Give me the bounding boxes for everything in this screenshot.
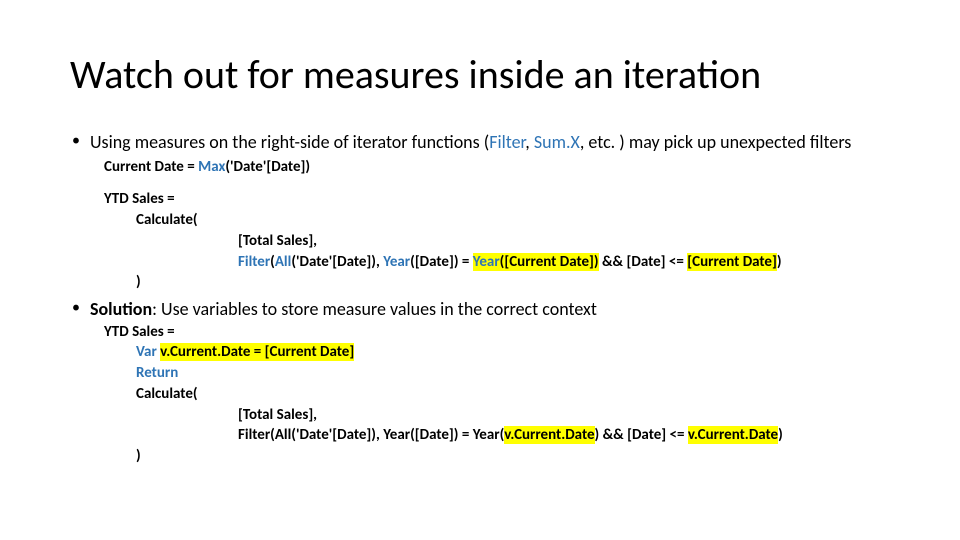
code2-close: ) [136,447,890,466]
code1-cd-fn: Max [198,158,225,176]
code2-ytd: YTD Sales = [104,323,890,342]
bullet-1-fn-sumx: Sum.X [534,131,580,153]
code2-return: Return [136,364,890,383]
code1-cd-post: ('Date'[Date]) [225,158,310,176]
code1-filter-hl1-post: ([Current Date]) [500,253,599,271]
code2-total: [Total Sales], [238,406,890,425]
code1-filter-mid3: && [Date] <= [599,253,688,271]
code1-close: ) [136,273,890,292]
code1-filter-hl1-pre: Year [473,253,500,271]
code1-filter: Filter(All('Date'[Date]), Year([Date]) =… [238,253,890,272]
code2-filter-pre: Filter(All('Date'[Date]), Year([Date]) =… [238,426,504,444]
code2-filter: Filter(All('Date'[Date]), Year([Date]) =… [238,426,890,445]
code2-calculate: Calculate( [136,385,890,404]
bullet-1-text-post: , etc. ) may pick up unexpected filters [580,131,852,153]
code2-var-pre: Var [136,343,160,361]
slide-body: Using measures on the right-side of iter… [70,131,890,466]
code1-filter-hl2: [Current Date] [687,253,777,271]
bullet-1-sep1: , [525,131,534,153]
slide-title: Watch out for measures inside an iterati… [70,50,890,99]
bullet-1-fn-filter: Filter [489,131,525,153]
code1-filter-mid1b: ('Date'[Date]), [291,253,383,271]
code2-var-hl: v.Current.Date = [Current Date] [160,343,354,361]
code1-filter-all: All [275,253,291,271]
bullet-1-text-pre: Using measures on the right-side of iter… [90,131,489,153]
bullet-2: Solution: Use variables to store measure… [70,298,890,321]
code2-filter-mid: ) && [Date] <= [595,426,688,444]
code1-filter-end: ) [777,253,782,271]
bullet-1: Using measures on the right-side of iter… [70,131,890,154]
code2-var: Var v.Current.Date = [Current Date] [136,343,890,362]
code1-filter-fn: Filter [238,253,270,271]
bullet-2-rest: : Use variables to store measure values … [152,298,597,320]
code1-filter-hl1: Year([Current Date]) [473,253,599,271]
slide: Watch out for measures inside an iterati… [0,0,960,540]
code2-filter-hl1: v.Current.Date [504,426,594,444]
bullet-2-strong: Solution [90,298,152,320]
code1-total: [Total Sales], [238,232,890,251]
code1-filter-year1: Year [383,253,410,271]
code1-cd-pre: Current Date = [104,158,198,176]
code1-ytd: YTD Sales = [104,190,890,209]
code2-filter-end: ) [778,426,783,444]
code1-current-date: Current Date = Max('Date'[Date]) [104,158,890,177]
code2-filter-hl2: v.Current.Date [688,426,778,444]
code1-filter-mid2: ([Date]) = [410,253,473,271]
code1-calculate: Calculate( [136,211,890,230]
